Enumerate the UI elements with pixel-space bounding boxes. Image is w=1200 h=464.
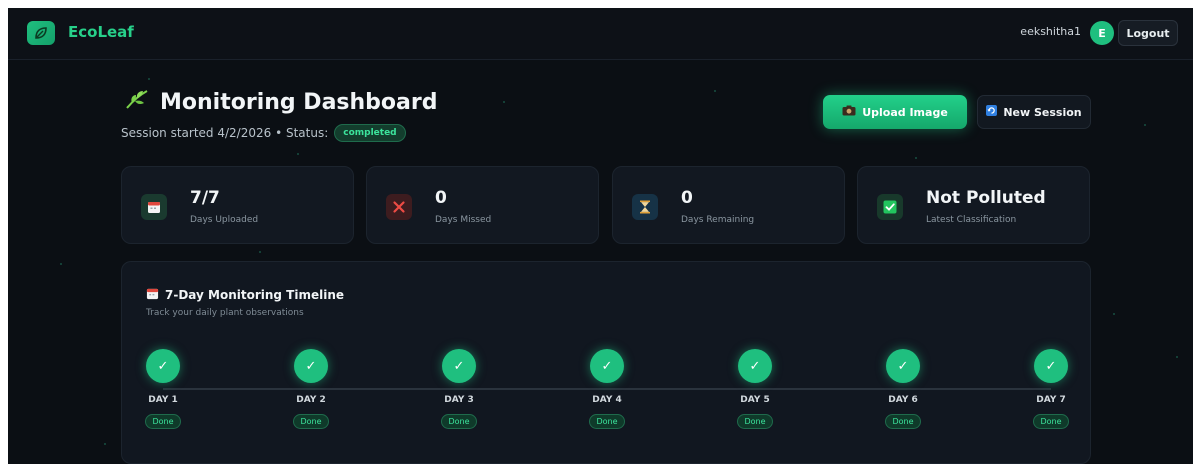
- background-dot: [259, 251, 261, 253]
- calendar-icon: [141, 194, 167, 220]
- monitoring-timeline: 7-Day Monitoring Timeline Track your dai…: [121, 261, 1091, 464]
- avatar[interactable]: E: [1090, 21, 1114, 45]
- timeline-title: 7-Day Monitoring Timeline: [146, 287, 344, 303]
- calendar-icon: [146, 287, 159, 303]
- day-label: DAY 6: [888, 395, 918, 405]
- background-dot: [148, 78, 150, 80]
- app-window: EcoLeaf eekshitha1 E Logout Monitoring D…: [8, 8, 1193, 464]
- page-title-text: Monitoring Dashboard: [160, 89, 438, 115]
- background-dot: [714, 90, 716, 92]
- timeline-day-4[interactable]: ✓ DAY 4 Done: [572, 349, 642, 429]
- day-label: DAY 1: [148, 395, 178, 405]
- background-dot: [503, 101, 505, 103]
- day-label: DAY 4: [592, 395, 622, 405]
- background-dot: [915, 157, 917, 159]
- background-dot: [297, 153, 299, 155]
- day-label: DAY 7: [1036, 395, 1066, 405]
- stat-card-latest-classification: Not Polluted Latest Classification: [857, 166, 1090, 244]
- refresh-icon: [986, 105, 998, 119]
- top-navbar: EcoLeaf eekshitha1 E Logout: [8, 8, 1193, 60]
- new-session-label: New Session: [1003, 105, 1082, 119]
- check-icon: ✓: [294, 349, 328, 383]
- day-status-badge: Done: [145, 414, 181, 429]
- day-label: DAY 2: [296, 395, 326, 405]
- day-label: DAY 5: [740, 395, 770, 405]
- stat-card-days-missed: 0 Days Missed: [366, 166, 599, 244]
- stat-card-days-remaining: 0 Days Remaining: [612, 166, 845, 244]
- background-dot: [1113, 313, 1115, 315]
- stat-label: Days Uploaded: [190, 215, 259, 225]
- leaf-icon[interactable]: [27, 21, 55, 45]
- status-badge: completed: [334, 124, 406, 142]
- stat-value: Not Polluted: [926, 188, 1046, 208]
- timeline-day-6[interactable]: ✓ DAY 6 Done: [868, 349, 938, 429]
- day-status-badge: Done: [589, 414, 625, 429]
- session-text: Session started 4/2/2026 • Status:: [121, 126, 329, 140]
- timeline-day-1[interactable]: ✓ DAY 1 Done: [128, 349, 198, 429]
- timeline-day-3[interactable]: ✓ DAY 3 Done: [424, 349, 494, 429]
- timeline-day-2[interactable]: ✓ DAY 2 Done: [276, 349, 346, 429]
- session-info: Session started 4/2/2026 • Status: compl…: [121, 124, 406, 142]
- stat-value: 0: [681, 188, 693, 208]
- camera-icon: [842, 105, 856, 119]
- background-dot: [104, 443, 106, 445]
- background-dot: [1176, 356, 1178, 358]
- brand-name[interactable]: EcoLeaf: [68, 23, 134, 41]
- cross-icon: [386, 194, 412, 220]
- day-status-badge: Done: [737, 414, 773, 429]
- stat-card-days-uploaded: 7/7 Days Uploaded: [121, 166, 354, 244]
- timeline-title-text: 7-Day Monitoring Timeline: [165, 288, 345, 302]
- timeline-day-5[interactable]: ✓ DAY 5 Done: [720, 349, 790, 429]
- logout-button[interactable]: Logout: [1118, 20, 1178, 46]
- stat-label: Days Missed: [435, 215, 492, 225]
- day-status-badge: Done: [1033, 414, 1069, 429]
- timeline-subtitle: Track your daily plant observations: [146, 308, 304, 318]
- background-dot: [1144, 124, 1146, 126]
- timeline-day-7[interactable]: ✓ DAY 7 Done: [1016, 349, 1086, 429]
- checkbox-icon: [877, 194, 903, 220]
- day-status-badge: Done: [441, 414, 477, 429]
- check-icon: ✓: [146, 349, 180, 383]
- stat-value: 0: [435, 188, 447, 208]
- stat-label: Latest Classification: [926, 215, 1017, 225]
- background-dot: [60, 263, 62, 265]
- check-icon: ✓: [886, 349, 920, 383]
- stat-label: Days Remaining: [681, 215, 755, 225]
- upload-image-button[interactable]: Upload Image: [823, 95, 967, 129]
- new-session-button[interactable]: New Session: [977, 95, 1091, 129]
- check-icon: ✓: [590, 349, 624, 383]
- day-label: DAY 3: [444, 395, 474, 405]
- username: eekshitha1: [1020, 25, 1081, 38]
- day-status-badge: Done: [293, 414, 329, 429]
- stat-value: 7/7: [190, 188, 220, 208]
- check-icon: ✓: [1034, 349, 1068, 383]
- upload-image-label: Upload Image: [862, 105, 948, 119]
- day-status-badge: Done: [885, 414, 921, 429]
- herb-icon: [124, 88, 150, 116]
- check-icon: ✓: [738, 349, 772, 383]
- page-title: Monitoring Dashboard: [124, 88, 437, 116]
- check-icon: ✓: [442, 349, 476, 383]
- hourglass-icon: [632, 194, 658, 220]
